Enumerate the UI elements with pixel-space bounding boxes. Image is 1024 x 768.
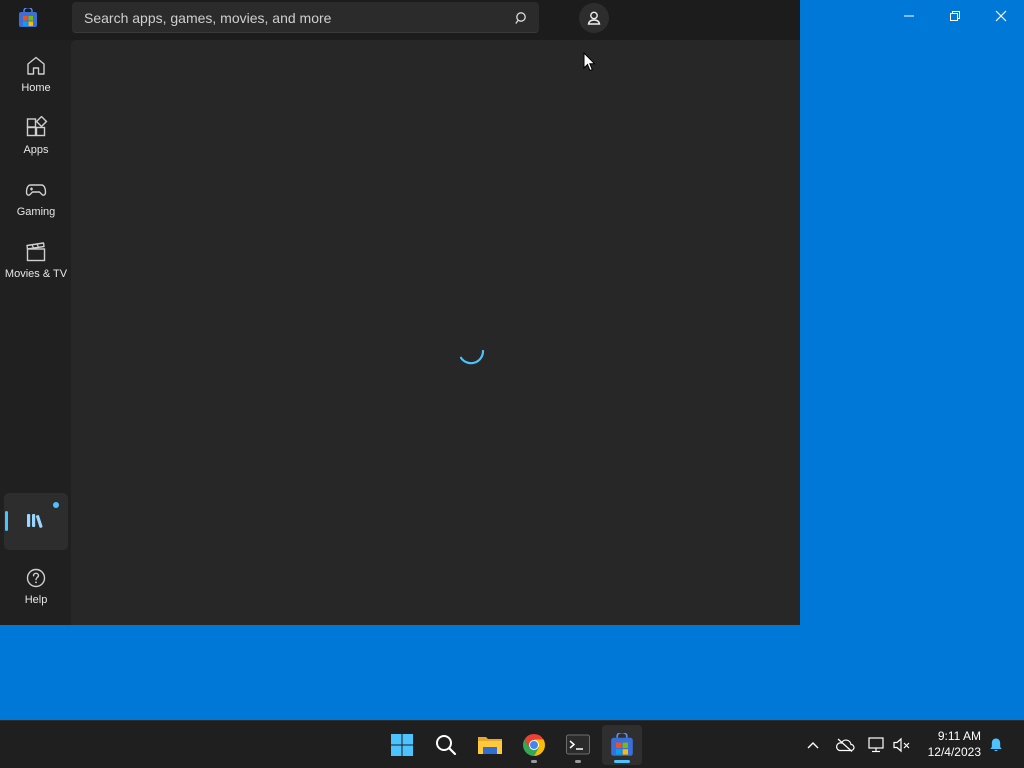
- search-input[interactable]: [82, 2, 506, 34]
- chevron-up-icon: [807, 742, 819, 749]
- sidebar-item-label: Movies & TV: [4, 268, 68, 280]
- start-button[interactable]: [382, 725, 422, 765]
- taskbar-search-button[interactable]: [426, 725, 466, 765]
- chrome-button[interactable]: [514, 725, 554, 765]
- loading-spinner-icon: [459, 349, 485, 365]
- taskbar: 9:11 AM 12/4/2023: [0, 720, 1024, 768]
- search-box[interactable]: [72, 2, 539, 34]
- update-badge: [53, 502, 59, 508]
- chrome-icon: [523, 734, 545, 756]
- running-indicator: [575, 760, 581, 763]
- show-hidden-icons-button[interactable]: [803, 735, 823, 755]
- title-bar: [0, 0, 800, 40]
- volume-button[interactable]: [892, 735, 912, 755]
- onedrive-offline-icon: [836, 738, 855, 752]
- clock-time: 9:11 AM: [937, 729, 981, 743]
- network-button[interactable]: [867, 735, 887, 755]
- main-content: [71, 40, 800, 625]
- file-explorer-button[interactable]: [470, 725, 510, 765]
- sidebar-item-label: Home: [21, 82, 51, 94]
- apps-icon: [26, 116, 48, 137]
- sidebar-item-home[interactable]: Home: [4, 48, 68, 106]
- home-icon: [27, 56, 45, 75]
- search-icon[interactable]: [515, 11, 529, 25]
- library-icon: [27, 514, 43, 528]
- sidebar-item-label: Gaming: [16, 206, 56, 218]
- close-button[interactable]: [978, 0, 1024, 32]
- terminal-button[interactable]: [558, 725, 598, 765]
- search-icon: [436, 735, 457, 756]
- sidebar-item-apps[interactable]: Apps: [4, 110, 68, 168]
- microsoft-store-icon: [611, 733, 633, 756]
- sidebar: Home Apps Gaming Movies & TV Help: [0, 40, 71, 625]
- running-indicator: [614, 760, 630, 763]
- sidebar-item-gaming[interactable]: Gaming: [4, 172, 68, 230]
- network-icon: [868, 737, 884, 753]
- gamepad-icon: [25, 184, 47, 196]
- restore-icon: [950, 11, 960, 21]
- sidebar-item-label: Apps: [23, 144, 49, 156]
- microsoft-store-button[interactable]: [602, 725, 642, 765]
- sidebar-item-label: Help: [24, 594, 48, 606]
- restore-button[interactable]: [932, 0, 978, 32]
- minimize-icon: [904, 15, 914, 17]
- onedrive-button[interactable]: [835, 735, 855, 755]
- clapperboard-icon: [26, 242, 46, 262]
- mouse-cursor-icon: [583, 52, 596, 72]
- store-window: Home Apps Gaming: [0, 0, 800, 625]
- volume-muted-icon: [893, 737, 910, 753]
- terminal-icon: [566, 734, 590, 755]
- file-explorer-icon: [478, 737, 502, 754]
- notifications-button[interactable]: [986, 735, 1006, 755]
- running-indicator: [531, 760, 537, 763]
- sidebar-item-help[interactable]: Help: [4, 560, 68, 618]
- sidebar-item-library[interactable]: [4, 493, 68, 550]
- close-icon: [995, 10, 1007, 22]
- minimize-button[interactable]: [886, 0, 932, 32]
- windows-start-icon: [391, 734, 413, 756]
- sidebar-item-movies-tv[interactable]: Movies & TV: [4, 234, 68, 292]
- clock-date: 12/4/2023: [927, 745, 981, 759]
- notification-bell-icon: [990, 738, 1002, 752]
- selection-indicator: [5, 511, 8, 531]
- system-clock[interactable]: 9:11 AM 12/4/2023: [928, 728, 981, 760]
- account-button[interactable]: [579, 3, 609, 33]
- microsoft-store-icon: [19, 8, 37, 27]
- account-icon: [587, 11, 601, 25]
- help-icon: [26, 568, 46, 588]
